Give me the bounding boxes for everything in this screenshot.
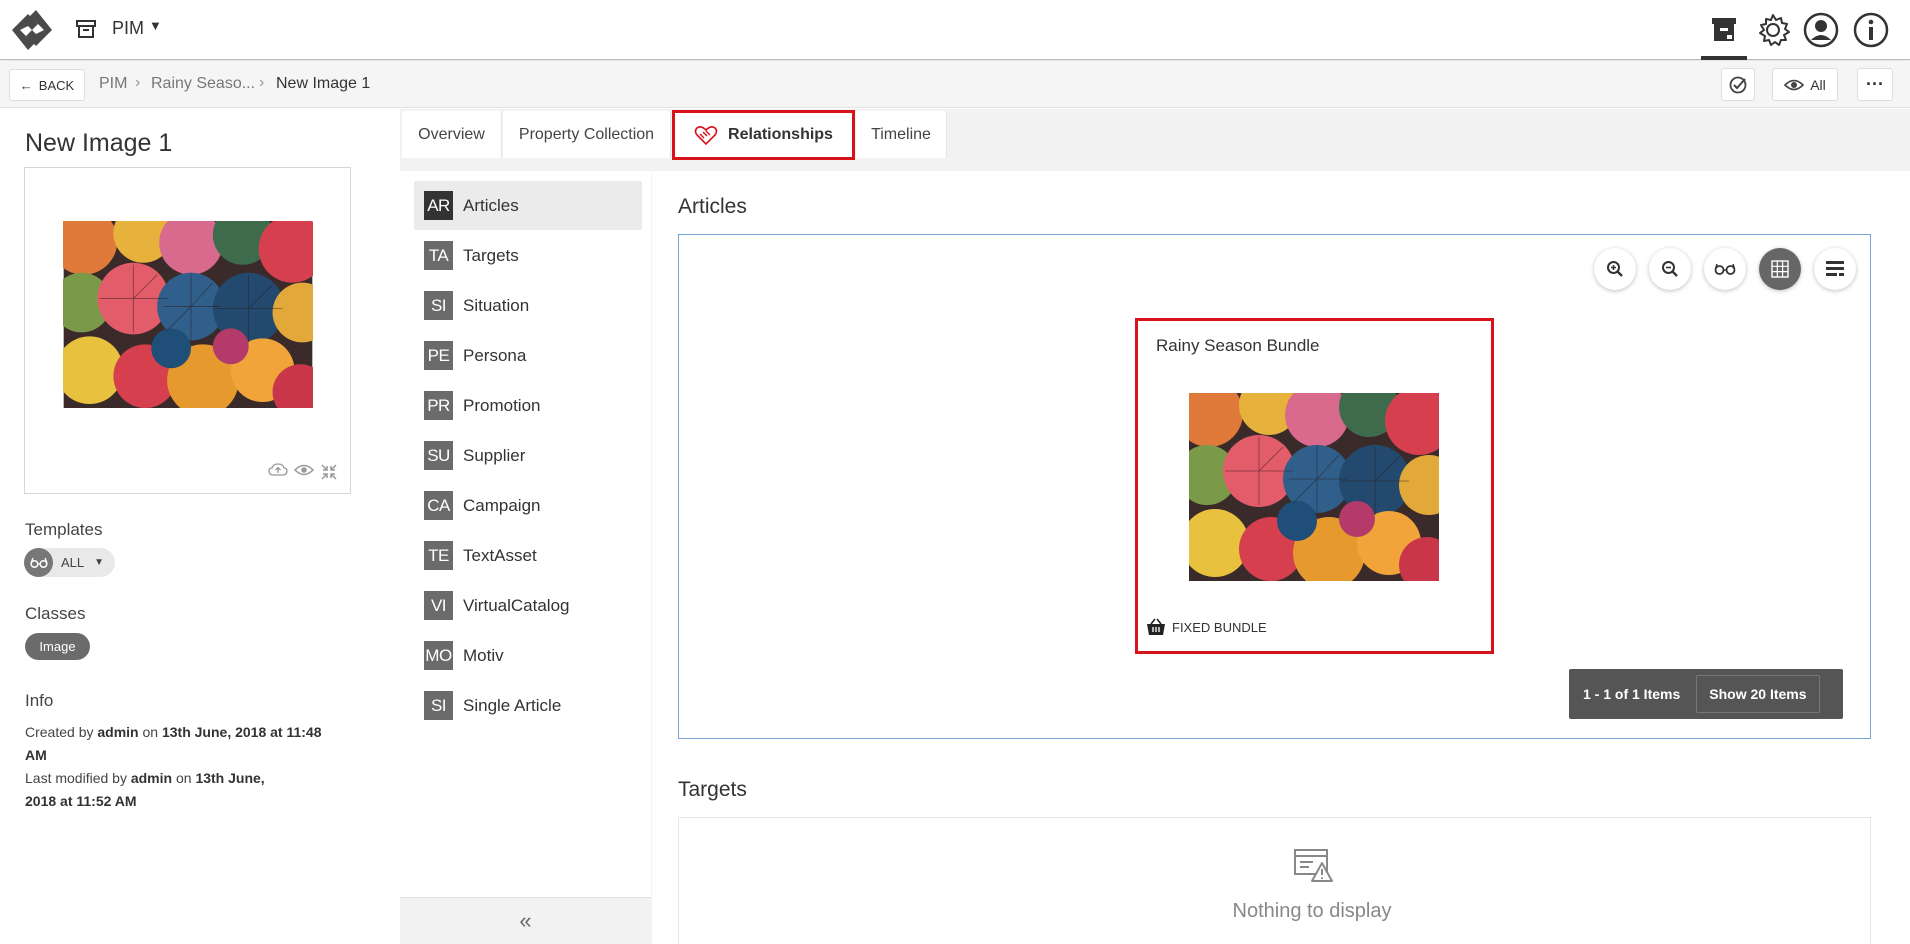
basket-icon [1147, 618, 1165, 635]
more-options-button[interactable]: ··· [1857, 68, 1893, 101]
user-account-icon[interactable] [1802, 11, 1840, 49]
list-view-button[interactable] [1814, 248, 1856, 290]
view-filter-button[interactable]: All [1772, 68, 1838, 101]
relationship-list: AR Articles TA Targets SI Situation PE P… [400, 171, 651, 944]
cloud-upload-icon[interactable] [268, 463, 288, 477]
app-name[interactable]: PIM [112, 18, 144, 39]
back-button[interactable]: ← BACK [9, 69, 85, 101]
tab-property-collection[interactable]: Property Collection [503, 111, 671, 158]
umbrella-image[interactable] [1189, 393, 1439, 581]
workspace-icon[interactable] [1701, 11, 1747, 60]
bundle-tag: FIXED BUNDLE [1146, 618, 1267, 636]
created-info: Created by admin on 13th June, 2018 at 1… [25, 724, 322, 763]
eye-icon [1784, 79, 1805, 90]
logo-icon[interactable] [8, 10, 56, 50]
handshake-heart-icon [694, 126, 718, 146]
tab-overview[interactable]: Overview [402, 111, 502, 158]
articles-section-title: Articles [678, 195, 747, 218]
glasses-icon [24, 548, 53, 577]
breadcrumb-bar: ← BACK PIM › Rainy Seaso... › New Image … [0, 61, 1910, 108]
grid-icon [1771, 260, 1789, 278]
preview-toolbar [268, 463, 338, 481]
entity-info-panel: New Image 1 Templates ALL ▼ Classes Imag… [0, 109, 375, 944]
targets-section-title: Targets [678, 778, 747, 801]
zoom-in-button[interactable] [1594, 248, 1636, 290]
relationship-item-persona[interactable]: PE Persona [414, 331, 642, 380]
relationship-item-situation[interactable]: SI Situation [414, 281, 642, 330]
article-card-title[interactable]: Rainy Season Bundle [1156, 336, 1320, 356]
relationship-item-promotion[interactable]: PR Promotion [414, 381, 642, 430]
classes-label: Classes [25, 604, 86, 623]
image-preview [24, 167, 351, 494]
check-circle-icon [1729, 76, 1747, 93]
tab-relationships[interactable]: Relationships [672, 110, 855, 160]
arrow-left-icon: ← [19, 77, 33, 93]
class-chip[interactable]: Image [25, 633, 90, 660]
more-horizontal-icon: ··· [1866, 74, 1884, 94]
chevron-right-icon: › [135, 74, 141, 91]
zoom-out-icon [1662, 261, 1678, 277]
item-count: 1 - 1 of 1 Items [1583, 686, 1681, 702]
modified-info: Last modified by admin on 13th June, 201… [25, 770, 265, 809]
breadcrumb-item-current: New Image 1 [276, 75, 371, 92]
double-chevron-left-icon: « [519, 908, 532, 933]
relationship-item-supplier[interactable]: SU Supplier [414, 431, 642, 480]
archive-icon[interactable] [74, 17, 98, 41]
relationship-item-single-article[interactable]: SI Single Article [414, 681, 642, 730]
zoom-in-icon [1607, 261, 1623, 277]
breadcrumb-item-parent[interactable]: Rainy Seaso... [151, 75, 255, 93]
article-card[interactable]: Rainy Season Bundle FIXED BUNDLE [1135, 318, 1494, 654]
chevron-down-icon: ▼ [94, 557, 105, 568]
page-size-button[interactable]: Show 20 Items [1696, 675, 1820, 713]
zoom-out-button[interactable] [1649, 248, 1691, 290]
chevron-right-icon: › [259, 74, 265, 91]
tab-bar: Overview Property Collection Relationshi… [400, 109, 1910, 169]
entity-title: New Image 1 [25, 129, 173, 157]
templates-label: Templates [25, 520, 103, 539]
relationship-item-campaign[interactable]: CA Campaign [414, 481, 642, 530]
relationship-item-textasset[interactable]: TE TextAsset [414, 531, 642, 580]
preview-mode-button[interactable] [1704, 248, 1746, 290]
empty-state-text: Nothing to display [1232, 900, 1392, 922]
info-label: Info [25, 691, 54, 710]
relationship-item-virtualcatalog[interactable]: VI VirtualCatalog [414, 581, 642, 630]
template-selector[interactable]: ALL ▼ [24, 548, 115, 577]
grid-view-button[interactable] [1759, 248, 1801, 290]
pagination-bar: 1 - 1 of 1 Items Show 20 Items [1569, 669, 1843, 719]
list-settings-icon [1826, 261, 1844, 276]
chevron-down-icon[interactable]: ▼ [149, 18, 162, 33]
empty-document-warning-icon [1294, 849, 1333, 882]
info-icon[interactable] [1852, 11, 1890, 49]
eye-icon[interactable] [294, 463, 314, 477]
relationship-item-targets[interactable]: TA Targets [414, 231, 642, 280]
glasses-icon [1714, 263, 1736, 275]
relationship-item-motiv[interactable]: MO Motiv [414, 631, 642, 680]
umbrella-image[interactable] [63, 221, 313, 408]
tab-timeline[interactable]: Timeline [856, 111, 947, 158]
relationship-item-articles[interactable]: AR Articles [414, 181, 642, 230]
top-header: PIM ▼ [0, 0, 1910, 60]
check-status-button[interactable] [1721, 68, 1755, 101]
targets-panel [678, 817, 1871, 944]
collapse-arrows-icon[interactable] [320, 463, 338, 481]
settings-gear-icon[interactable] [1754, 11, 1792, 49]
collapse-panel-button[interactable]: « [400, 897, 651, 944]
breadcrumb-item-pim[interactable]: PIM [99, 75, 127, 93]
